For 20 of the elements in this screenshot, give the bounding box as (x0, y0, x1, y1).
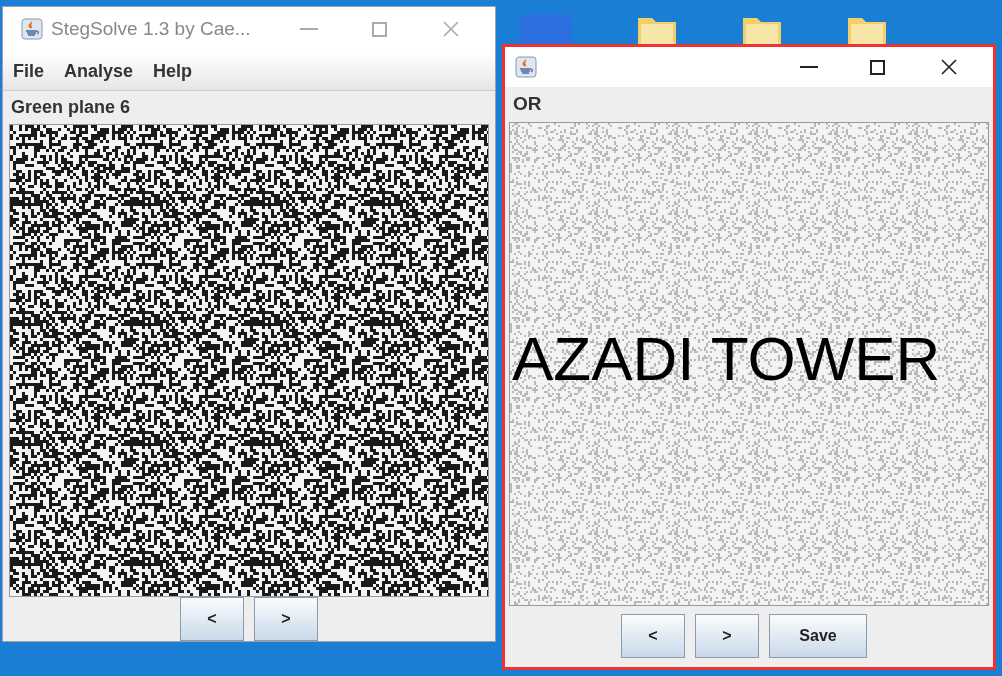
menu-item[interactable]: Help (149, 57, 197, 85)
nav-button[interactable]: > (695, 614, 759, 659)
cup-icon (515, 56, 537, 78)
nav-button[interactable]: Save (769, 614, 867, 659)
close-icon (443, 21, 459, 38)
menu-item[interactable]: Analyse (60, 57, 138, 85)
minimize-icon (300, 28, 318, 31)
plane-label: Green plane 6 (10, 96, 132, 120)
menu-item[interactable]: File (9, 57, 48, 85)
minimize-icon (800, 66, 818, 68)
cup-icon (21, 18, 43, 41)
nav-button[interactable]: > (254, 597, 318, 641)
close-icon (941, 59, 957, 75)
window-title: StegSolve 1.3 by Cae... (51, 17, 252, 42)
nav-button[interactable]: < (180, 597, 244, 641)
nav-button[interactable]: < (621, 614, 685, 659)
maximize-icon (372, 21, 387, 37)
plane-label: OR (512, 92, 543, 116)
maximize-icon (870, 59, 885, 75)
image-text: AZADI TOWER (512, 327, 941, 390)
